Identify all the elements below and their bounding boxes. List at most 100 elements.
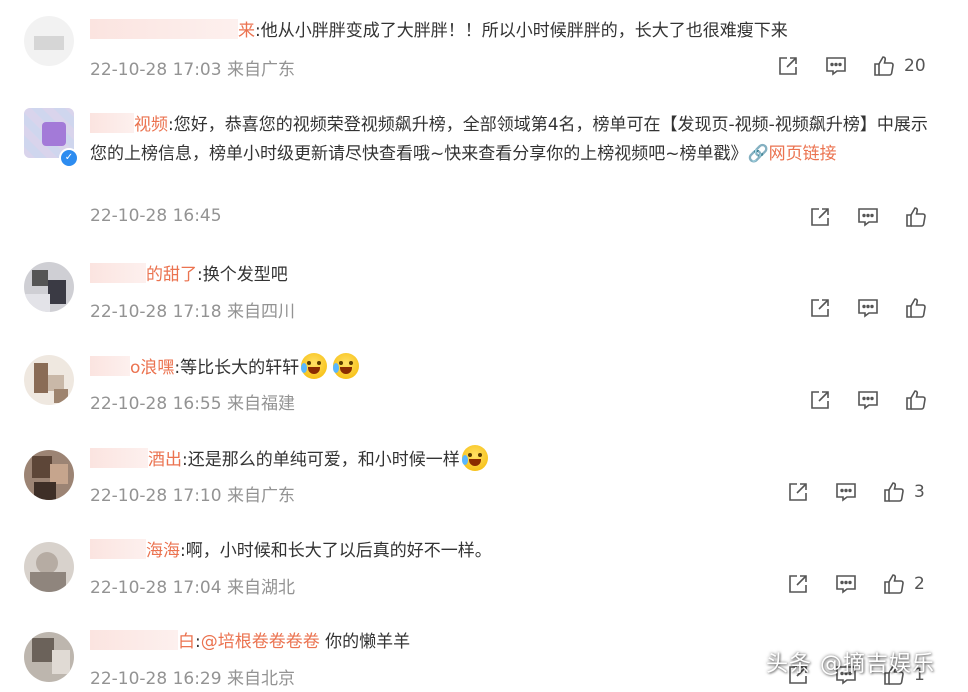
laugh-cry-emoji-icon bbox=[461, 445, 488, 471]
share-icon bbox=[811, 299, 829, 317]
comment-meta: 22-10-28 16:45 bbox=[90, 206, 222, 226]
like-icon bbox=[884, 574, 904, 594]
like-count: 20 bbox=[904, 56, 926, 76]
comment-meta: 22-10-28 17:10 来自广东 bbox=[90, 481, 295, 506]
username-link[interactable]: 白 bbox=[178, 632, 195, 652]
comment-time: 22-10-28 17:04 bbox=[90, 578, 222, 598]
comment-content: 他从小胖胖变成了大胖胖！！所以小时候胖胖的，长大了也很难瘦下来 bbox=[260, 21, 788, 41]
comment-meta: 22-10-28 16:55 来自福建 bbox=[90, 389, 295, 414]
redacted-username bbox=[90, 539, 146, 559]
comment-button[interactable] bbox=[856, 296, 882, 322]
share-button[interactable] bbox=[786, 572, 812, 598]
like-count: 3 bbox=[914, 482, 925, 502]
username-link[interactable]: 海海 bbox=[146, 541, 180, 561]
comment-icon bbox=[858, 299, 878, 318]
mention-link[interactable]: @培根卷卷卷卷 bbox=[201, 632, 320, 652]
like-button[interactable] bbox=[904, 296, 930, 322]
redacted-username bbox=[90, 113, 134, 133]
like-button[interactable] bbox=[904, 205, 930, 231]
comment-text: 来:他从小胖胖变成了大胖胖！！所以小时候胖胖的，长大了也很难瘦下来 bbox=[90, 17, 930, 46]
comment-meta: 22-10-28 17:18 来自四川 bbox=[90, 297, 295, 322]
username-link[interactable]: 来 bbox=[238, 21, 255, 41]
comment-content: 啊，小时候和长大了以后真的好不一样。 bbox=[185, 541, 492, 561]
like-icon bbox=[906, 390, 926, 410]
comment-icon bbox=[826, 57, 846, 76]
comment-location: 来自四川 bbox=[226, 302, 295, 322]
like-button[interactable] bbox=[882, 480, 908, 506]
share-icon bbox=[789, 575, 807, 593]
comment-content: 换个发型吧 bbox=[202, 265, 288, 285]
comment-location: 来自广东 bbox=[226, 486, 295, 506]
username-link[interactable]: 视频 bbox=[134, 115, 168, 135]
comment-text: 酒出:还是那么的单纯可爱，和小时候一样 bbox=[90, 445, 930, 475]
comment-actions bbox=[808, 388, 938, 414]
avatar[interactable] bbox=[24, 355, 74, 405]
comment-time: 22-10-28 16:45 bbox=[90, 206, 222, 226]
like-icon bbox=[906, 298, 926, 318]
redacted-username bbox=[90, 19, 238, 39]
comment-actions bbox=[808, 296, 938, 322]
like-count: 2 bbox=[914, 574, 925, 594]
avatar[interactable] bbox=[24, 16, 74, 66]
web-link[interactable]: 网页链接 bbox=[769, 144, 837, 164]
like-button[interactable] bbox=[872, 54, 898, 80]
share-button[interactable] bbox=[808, 205, 834, 231]
comment-time: 22-10-28 17:18 bbox=[90, 302, 222, 322]
share-icon bbox=[789, 483, 807, 501]
comment-icon bbox=[836, 575, 856, 594]
username-link[interactable]: o浪嘿 bbox=[130, 358, 174, 378]
comment-location: 来自福建 bbox=[226, 394, 295, 414]
comment-time: 22-10-28 17:10 bbox=[90, 486, 222, 506]
comment-button[interactable] bbox=[856, 388, 882, 414]
comment-icon bbox=[836, 483, 856, 502]
like-icon bbox=[874, 56, 894, 76]
like-icon bbox=[884, 482, 904, 502]
laugh-cry-emoji-icon bbox=[301, 353, 328, 379]
comment-actions: 2 bbox=[786, 572, 946, 598]
username-link[interactable]: 的甜了 bbox=[146, 265, 197, 285]
comment-text: 的甜了:换个发型吧 bbox=[90, 261, 930, 290]
share-button[interactable] bbox=[808, 388, 834, 414]
link-icon: 🔗 bbox=[747, 144, 769, 164]
comment-location: 来自湖北 bbox=[226, 578, 295, 598]
share-button[interactable] bbox=[776, 54, 802, 80]
comment-text: 视频:您好，恭喜您的视频荣登视频飙升榜，全部领域第4名，榜单可在【发现页-视频-… bbox=[90, 111, 930, 169]
verified-badge-icon: ✓ bbox=[59, 148, 79, 168]
redacted-username bbox=[90, 356, 130, 376]
watermark: 头条 @摘吉娱乐 bbox=[766, 652, 935, 677]
comment-content: 还是那么的单纯可爱，和小时候一样 bbox=[187, 450, 460, 470]
comment-icon bbox=[858, 208, 878, 227]
comment-icon bbox=[858, 391, 878, 410]
avatar[interactable] bbox=[24, 632, 74, 682]
like-button[interactable] bbox=[882, 572, 908, 598]
laugh-cry-emoji-icon bbox=[333, 353, 360, 379]
username-link[interactable]: 酒出 bbox=[148, 450, 182, 470]
like-icon bbox=[906, 207, 926, 227]
share-icon bbox=[811, 208, 829, 226]
comment-meta: 22-10-28 17:04 来自湖北 bbox=[90, 573, 295, 598]
comment-time: 22-10-28 16:55 bbox=[90, 394, 222, 414]
share-button[interactable] bbox=[786, 480, 812, 506]
comment-button[interactable] bbox=[824, 54, 850, 80]
share-button[interactable] bbox=[808, 296, 834, 322]
comment-actions: 3 bbox=[786, 480, 946, 506]
share-icon bbox=[811, 391, 829, 409]
redacted-username bbox=[90, 630, 178, 650]
avatar[interactable] bbox=[24, 450, 74, 500]
comment-button[interactable] bbox=[834, 572, 860, 598]
comment-actions: 20 bbox=[776, 54, 946, 80]
comment-time: 22-10-28 17:03 bbox=[90, 60, 222, 80]
comment-meta: 22-10-28 16:29 来自北京 bbox=[90, 664, 295, 689]
comment-content: 等比长大的轩轩 bbox=[180, 358, 300, 378]
comment-actions bbox=[808, 205, 938, 231]
comment-location: 来自广东 bbox=[226, 60, 295, 80]
comment-location: 来自北京 bbox=[226, 669, 295, 689]
comment-button[interactable] bbox=[856, 205, 882, 231]
comment-button[interactable] bbox=[834, 480, 860, 506]
comment-text: 海海:啊，小时候和长大了以后真的好不一样。 bbox=[90, 537, 930, 566]
comment-text: o浪嘿:等比长大的轩轩 bbox=[90, 353, 930, 383]
share-icon bbox=[779, 57, 797, 75]
avatar[interactable] bbox=[24, 542, 74, 592]
like-button[interactable] bbox=[904, 388, 930, 414]
avatar[interactable] bbox=[24, 262, 74, 312]
